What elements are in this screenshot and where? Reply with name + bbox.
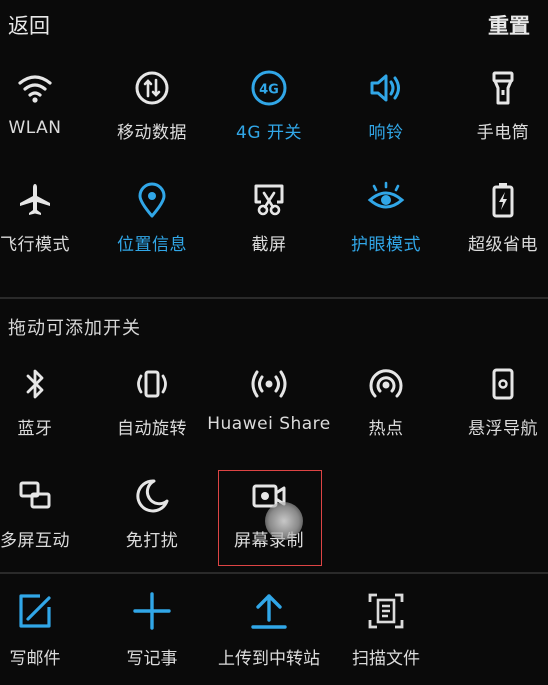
toggle-flashlight[interactable]: 手电筒	[445, 68, 548, 168]
moon-icon	[132, 476, 172, 516]
hotspot-icon	[366, 364, 406, 404]
toggle-eye-care[interactable]: 护眼模式	[328, 180, 444, 280]
action-new-note[interactable]: 写记事	[94, 590, 210, 680]
toggle-multiscreen[interactable]: 多屏互动	[0, 476, 93, 576]
toggle-airplane[interactable]: 飞行模式	[0, 180, 93, 280]
compose-mail-icon	[14, 590, 56, 632]
touch-indicator	[265, 502, 303, 540]
toggle-power-saving[interactable]: 超级省电	[445, 180, 548, 280]
toggle-auto-rotate[interactable]: 自动旋转	[94, 364, 210, 464]
toggle-floating-nav[interactable]: 悬浮导航	[445, 364, 548, 464]
multiscreen-icon	[15, 476, 55, 516]
plus-icon	[131, 590, 173, 632]
speaker-icon	[366, 68, 406, 108]
floating-nav-icon	[483, 364, 523, 404]
toggle-mobile-data[interactable]: 移动数据	[94, 68, 210, 168]
screenshot-icon	[249, 180, 289, 220]
section-title: 拖动可添加开关	[8, 318, 141, 339]
battery-icon	[483, 180, 523, 220]
toggle-screenshot[interactable]: 截屏	[211, 180, 327, 280]
svg-text:4G: 4G	[259, 83, 279, 98]
action-upload-transfer[interactable]: 上传到中转站	[211, 590, 327, 680]
action-scan-document[interactable]: 扫描文件	[328, 590, 444, 680]
toggle-4g[interactable]: 4G 4G 开关	[211, 68, 327, 168]
toggle-hotspot[interactable]: 热点	[328, 364, 444, 464]
location-icon	[132, 180, 172, 220]
toggle-huawei-share[interactable]: Huawei Share	[207, 364, 330, 464]
reset-button[interactable]: 重置	[488, 10, 530, 40]
back-button[interactable]: 返回	[8, 10, 50, 40]
bottom-divider	[0, 572, 548, 574]
eye-icon	[366, 180, 406, 220]
airplane-icon	[15, 180, 55, 220]
section-divider	[0, 297, 548, 299]
action-compose-mail[interactable]: 写邮件	[0, 590, 93, 680]
toggle-ring[interactable]: 响铃	[328, 68, 444, 168]
toggle-wlan[interactable]: WLAN	[0, 68, 93, 168]
toggle-bluetooth[interactable]: 蓝牙	[0, 364, 93, 464]
wifi-icon	[15, 68, 55, 108]
upload-icon	[248, 590, 290, 632]
bluetooth-icon	[15, 364, 55, 404]
top-bar: 返回 重置	[0, 0, 548, 48]
mobile-data-icon	[132, 68, 172, 108]
huawei-share-icon	[249, 364, 289, 404]
flashlight-icon	[483, 68, 523, 108]
toggle-do-not-disturb[interactable]: 免打扰	[94, 476, 210, 576]
toggle-location[interactable]: 位置信息	[94, 180, 210, 280]
scan-document-icon	[365, 590, 407, 632]
4g-icon: 4G	[249, 68, 289, 108]
rotate-icon	[132, 364, 172, 404]
